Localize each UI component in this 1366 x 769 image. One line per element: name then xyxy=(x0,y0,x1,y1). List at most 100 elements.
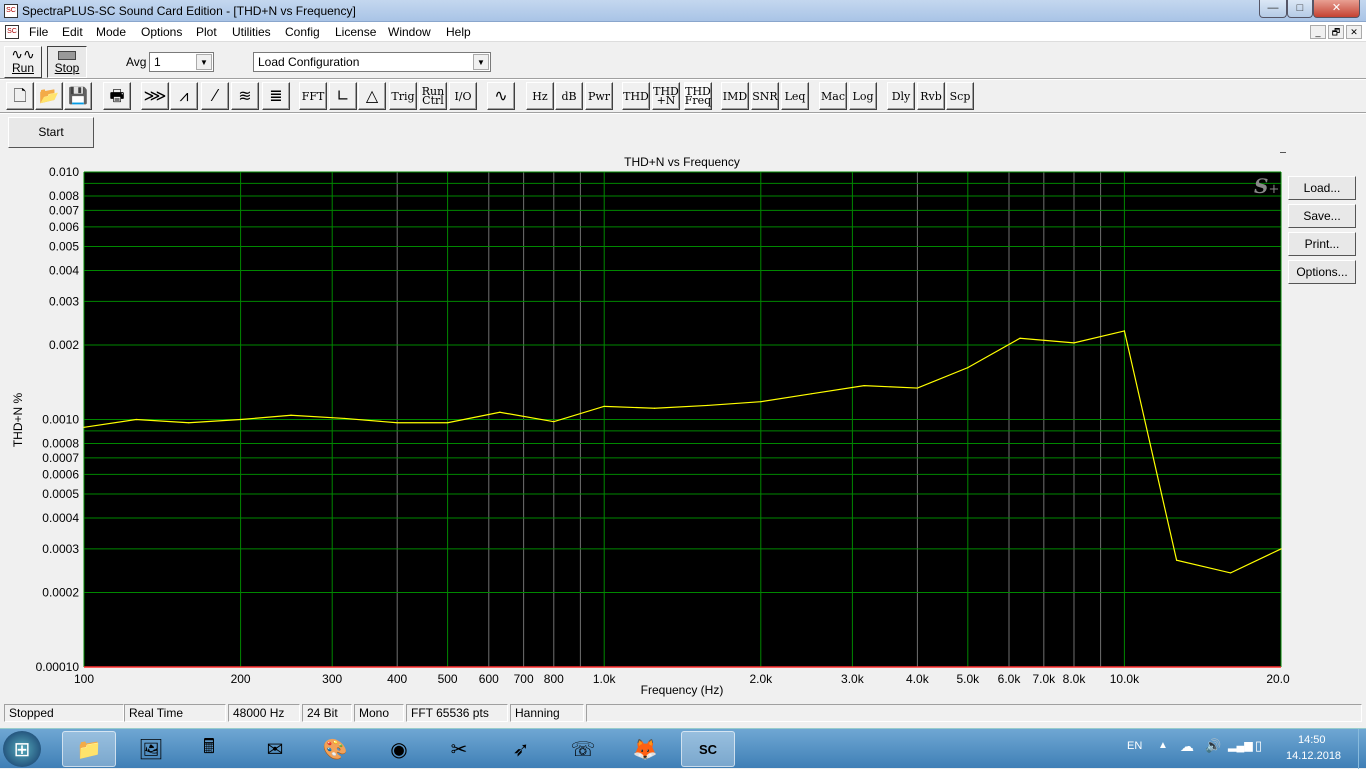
stop-icon xyxy=(58,51,76,60)
log-button[interactable]: Log xyxy=(849,82,877,110)
app-bird-icon[interactable]: ➶ xyxy=(494,731,548,767)
i-o-button[interactable]: I/O xyxy=(449,82,477,110)
weighting-button[interactable]: △ xyxy=(358,82,386,110)
phase-button[interactable]: ⁄ xyxy=(201,82,229,110)
run-ctrl-button[interactable]: Run Ctrl xyxy=(419,82,447,110)
new-button[interactable]: 🗋 xyxy=(6,82,34,110)
spectrogram-icon: ≋ xyxy=(238,86,252,105)
db-button[interactable]: dB xyxy=(555,82,583,110)
button-label: Dly xyxy=(891,89,911,103)
app-icon[interactable]: SC xyxy=(4,4,18,18)
show-desktop-button[interactable] xyxy=(1358,729,1366,769)
stop-button[interactable]: Stop xyxy=(47,46,87,78)
imd-button[interactable]: IMD xyxy=(721,82,749,110)
close-button[interactable]: ✕ xyxy=(1313,0,1360,18)
y-tick-label: 0.0006 xyxy=(42,467,79,481)
maximize-button[interactable]: □ xyxy=(1287,0,1313,18)
menu-bar: SC File Edit Mode Options Plot Utilities Confi… xyxy=(0,22,1366,42)
print-button[interactable]: Print... xyxy=(1288,232,1356,256)
x-tick-label: 800 xyxy=(544,672,564,686)
outlook-icon[interactable]: ✉ xyxy=(248,731,302,767)
rvb-button[interactable]: Rvb xyxy=(917,82,945,110)
avg-value: 1 xyxy=(154,55,161,69)
time-series-button[interactable]: ⋙ xyxy=(141,82,169,110)
snipping-tool-icon[interactable]: ✂ xyxy=(432,731,486,767)
cloud-icon[interactable]: ☁ xyxy=(1180,738,1194,755)
mac-button[interactable]: Mac xyxy=(819,82,847,110)
chrome-icon[interactable]: ◉ xyxy=(372,731,426,767)
menu-file[interactable]: File xyxy=(29,25,48,39)
file-explorer-icon[interactable]: 📁 xyxy=(62,731,116,767)
avg-select[interactable]: 1 ▼ xyxy=(149,52,214,72)
button-label: Run Ctrl xyxy=(421,85,445,107)
mdi-close-button[interactable]: ✕ xyxy=(1346,25,1362,39)
generator-button[interactable]: ∿ xyxy=(487,82,515,110)
mdi-minimize-button[interactable]: _ xyxy=(1310,25,1326,39)
y-tick-label: 0.010 xyxy=(49,165,79,179)
button-label: IMD xyxy=(722,89,748,103)
save-button[interactable]: Save... xyxy=(1288,204,1356,228)
show-hidden-icons[interactable]: ▲ xyxy=(1158,740,1168,751)
menu-help[interactable]: Help xyxy=(446,25,471,39)
thd-n-chart[interactable]: THD+N vs Frequency 100 200 300 400 500 600 700 8… xyxy=(0,152,1290,700)
spectrogram-button[interactable]: ≋ xyxy=(231,82,259,110)
language-indicator[interactable]: EN xyxy=(1127,740,1142,752)
data-point xyxy=(447,422,449,424)
menu-config[interactable]: Config xyxy=(285,25,320,39)
pwr-button[interactable]: Pwr xyxy=(585,82,613,110)
open-button[interactable]: 📂 xyxy=(35,82,63,110)
load-button[interactable]: Load... xyxy=(1288,176,1356,200)
network-signal-icon[interactable]: ▂▄▆ xyxy=(1228,739,1253,752)
scp-button[interactable]: Scp xyxy=(946,82,974,110)
status-48000-hz: 48000 Hz xyxy=(228,704,300,722)
trig-button[interactable]: Trig xyxy=(389,82,417,110)
dly-button[interactable]: Dly xyxy=(887,82,915,110)
paint-icon[interactable]: 🎨 xyxy=(308,731,362,767)
clock-time[interactable]: 14:50 xyxy=(1298,734,1326,746)
print-button[interactable]: 🖶 xyxy=(103,82,131,110)
3d-button[interactable]: ≣ xyxy=(262,82,290,110)
x-tick-label: 6.0k xyxy=(998,672,1022,686)
calculator-icon[interactable]: 🖩 xyxy=(182,731,236,767)
status-empty xyxy=(586,704,1362,722)
menu-window[interactable]: Window xyxy=(388,25,431,39)
menu-mode[interactable]: Mode xyxy=(96,25,126,39)
scaling-button[interactable]: ∟ xyxy=(329,82,357,110)
battery-icon[interactable]: ▯ xyxy=(1255,738,1262,754)
menu-options[interactable]: Options xyxy=(141,25,182,39)
volume-icon[interactable]: 🔊 xyxy=(1205,738,1221,754)
thd-button[interactable]: THD xyxy=(622,82,650,110)
button-label: Log xyxy=(852,89,874,103)
menu-edit[interactable]: Edit xyxy=(62,25,83,39)
menu-utilities[interactable]: Utilities xyxy=(232,25,271,39)
leq-button[interactable]: Leq xyxy=(781,82,809,110)
menu-plot[interactable]: Plot xyxy=(196,25,217,39)
y-tick-label: 0.0008 xyxy=(42,436,79,450)
status-24-bit: 24 Bit xyxy=(302,704,352,722)
status-bar: Stopped Real Time 48000 Hz 24 Bit Mono FFT 65… xyxy=(0,702,1366,723)
start-orb-icon[interactable]: ⊞ xyxy=(3,731,41,767)
spectraplus-icon[interactable]: SC xyxy=(681,731,735,767)
spectrum-button[interactable]: ⩘ xyxy=(170,82,198,110)
menu-license[interactable]: License xyxy=(335,25,376,39)
save-button[interactable]: 💾 xyxy=(64,82,92,110)
clock-date[interactable]: 14.12.2018 xyxy=(1286,750,1341,762)
document-icon[interactable]: SC xyxy=(5,25,19,39)
mdi-restore-button[interactable]: 🗗 xyxy=(1328,25,1344,39)
thd-freq-button[interactable]: THD Freq xyxy=(684,82,712,110)
data-point xyxy=(1019,337,1021,339)
chevron-down-icon: ▼ xyxy=(473,54,489,70)
minimize-button[interactable]: — xyxy=(1259,0,1287,18)
start-button[interactable]: Start xyxy=(8,117,94,148)
firefox-icon[interactable]: 🦊 xyxy=(618,731,672,767)
thd-n-button[interactable]: THD +N xyxy=(652,82,680,110)
viber-icon[interactable]: ☏ xyxy=(556,731,610,767)
fft-button[interactable]: FFT xyxy=(299,82,327,110)
run-button[interactable]: ∿∿ Run xyxy=(4,46,42,78)
configuration-select[interactable]: Load Configuration ▼ xyxy=(253,52,491,72)
options-button[interactable]: Options... xyxy=(1288,260,1356,284)
weighting-icon: △ xyxy=(365,86,379,105)
snr-button[interactable]: SNR xyxy=(751,82,779,110)
hz-button[interactable]: Hz xyxy=(526,82,554,110)
image-viewer-icon[interactable]: 🖼 xyxy=(124,731,178,767)
